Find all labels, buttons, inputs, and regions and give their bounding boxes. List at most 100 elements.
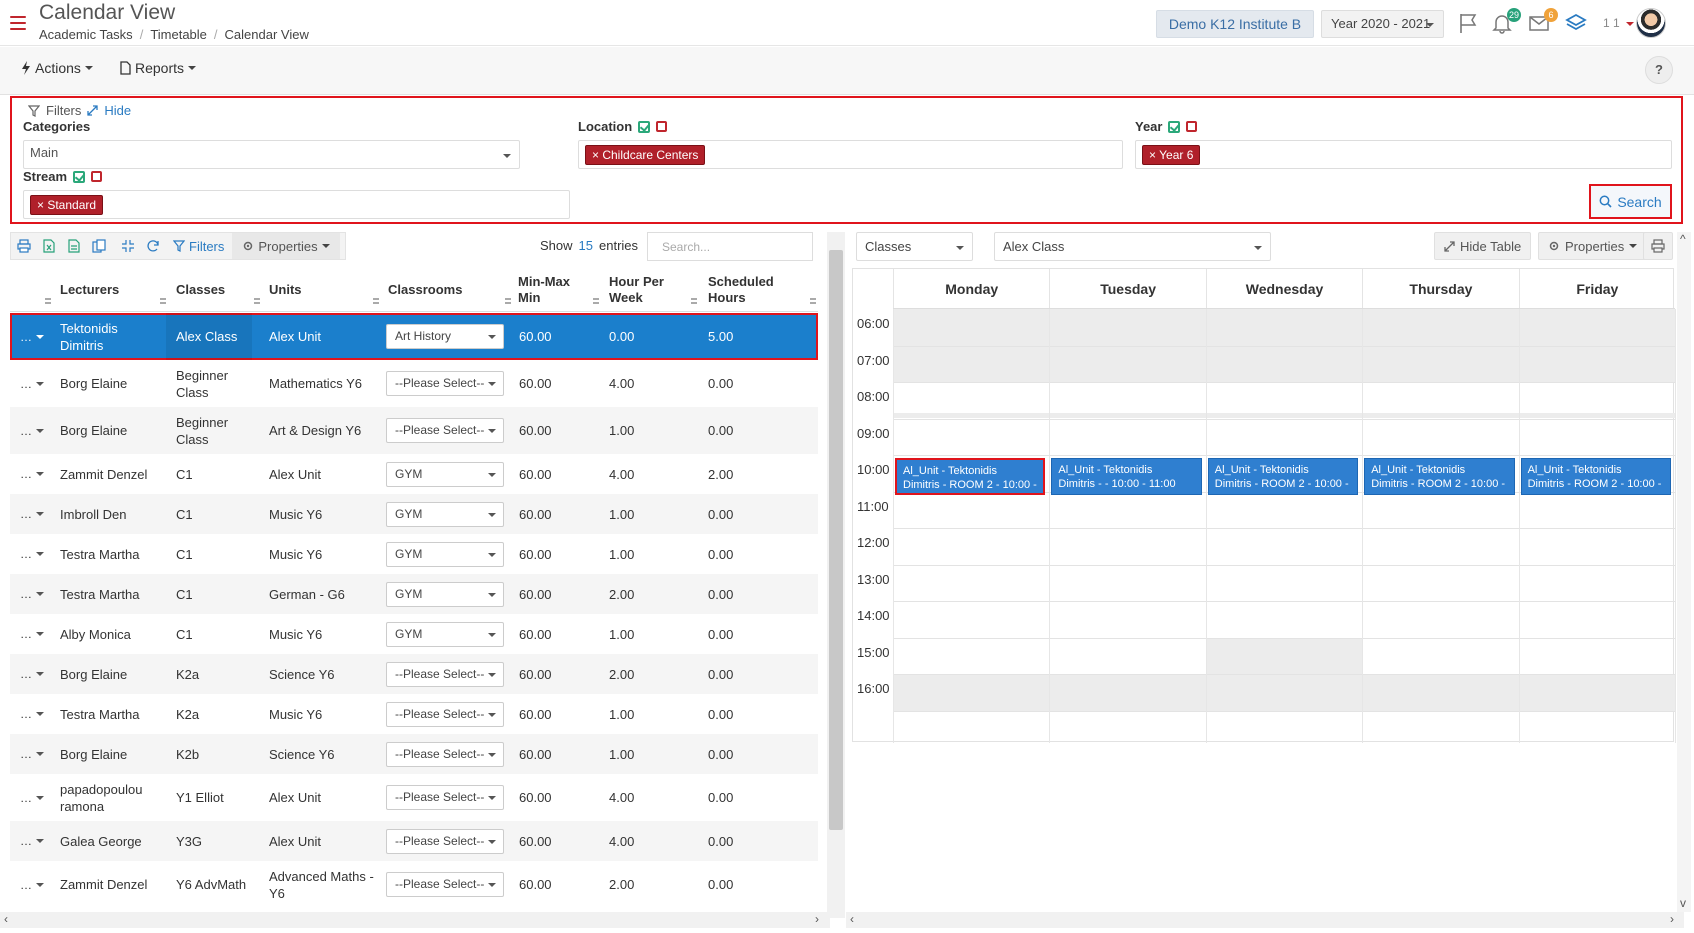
row-actions-button[interactable]: …: [20, 861, 44, 908]
year-select[interactable]: Year 2020 - 2021: [1321, 10, 1444, 38]
flag-icon[interactable]: [1457, 12, 1481, 34]
col-classrooms[interactable]: Classrooms: [388, 268, 462, 312]
categories-select[interactable]: Main: [23, 140, 520, 169]
row-actions-button[interactable]: …: [20, 734, 44, 774]
col-units[interactable]: Units: [269, 268, 302, 312]
calendar-vertical-scrollbar[interactable]: ^ v: [1677, 232, 1691, 912]
bell-icon[interactable]: 29: [1491, 8, 1521, 34]
mail-icon[interactable]: 6: [1528, 8, 1558, 34]
csv-icon[interactable]: [61, 233, 86, 259]
table-properties-button[interactable]: Properties: [232, 233, 340, 259]
table-horizontal-scrollbar[interactable]: ‹ ›: [0, 912, 830, 928]
copy-icon[interactable]: [86, 233, 111, 259]
filters-toggle[interactable]: Filters: [46, 103, 81, 118]
table-row[interactable]: … Testra Martha K2a Music Y6 --Please Select…: [10, 694, 818, 734]
stack-icon[interactable]: [1565, 12, 1589, 34]
classroom-select[interactable]: GYM: [386, 582, 504, 607]
view-type-select[interactable]: Classes: [856, 232, 973, 261]
table-row[interactable]: … Borg Elaine Beginner Class Art & Design Y…: [10, 407, 818, 454]
table-row[interactable]: … Zammit Denzel Y6 AdvMath Advanced Maths -…: [10, 861, 818, 908]
table-row[interactable]: … Borg Elaine Beginner Class Mathematics Y6…: [10, 360, 818, 407]
row-actions-button[interactable]: …: [20, 614, 44, 654]
breadcrumb-academic-tasks[interactable]: Academic Tasks: [39, 27, 133, 42]
table-row[interactable]: … Borg Elaine K2b Science Y6 --Please Select…: [10, 734, 818, 774]
print-icon[interactable]: [11, 233, 36, 259]
user-menu-text[interactable]: 1 1: [1603, 16, 1620, 30]
breadcrumb-timetable[interactable]: Timetable: [150, 27, 207, 42]
row-actions-button[interactable]: …: [20, 774, 44, 821]
stream-tag[interactable]: × Standard: [30, 195, 104, 215]
table-filters-button[interactable]: Filters: [165, 239, 232, 254]
col-classes[interactable]: Classes: [176, 268, 225, 312]
table-row[interactable]: … Testra Martha C1 German - G6 GYM 60.00 2.00 0…: [10, 574, 818, 614]
row-actions-button[interactable]: …: [20, 534, 44, 574]
table-row[interactable]: … papadopoulou ramona Y1 Elliot Alex Unit --…: [10, 774, 818, 821]
classroom-select[interactable]: GYM: [386, 622, 504, 647]
calendar-print-button[interactable]: [1643, 232, 1673, 260]
table-row[interactable]: … Alby Monica C1 Music Y6 GYM 60.00 1.00 0.00: [10, 614, 818, 654]
row-actions-button[interactable]: …: [20, 360, 44, 407]
calendar-event-monday[interactable]: Al_Unit - Tektonidis Dimitris - ROOM 2 - …: [895, 458, 1046, 495]
institute-button[interactable]: Demo K12 Institute B: [1156, 10, 1314, 38]
user-menu-chevron-icon[interactable]: [1626, 22, 1634, 30]
classroom-select[interactable]: --Please Select--: [386, 785, 504, 810]
row-actions-button[interactable]: …: [20, 494, 44, 534]
classroom-select[interactable]: --Please Select--: [386, 742, 504, 767]
sort-icon[interactable]: [45, 297, 51, 305]
actions-button[interactable]: Actions: [21, 60, 93, 76]
location-clear-icon[interactable]: [656, 121, 668, 132]
table-row[interactable]: … Zammit Denzel C1 Alex Unit GYM 60.00 4.00 2.0…: [10, 454, 818, 494]
classroom-select[interactable]: --Please Select--: [386, 872, 504, 897]
row-actions-button[interactable]: …: [20, 454, 44, 494]
sort-icon[interactable]: [373, 297, 379, 305]
classroom-select[interactable]: GYM: [386, 542, 504, 567]
calendar-event-tuesday[interactable]: Al_Unit - Tektonidis Dimitris - - 10:00 -…: [1051, 458, 1202, 495]
sort-icon[interactable]: [505, 297, 511, 305]
compress-icon[interactable]: [115, 233, 140, 259]
year-tag[interactable]: × Year 6: [1142, 145, 1201, 165]
sort-icon[interactable]: [160, 297, 166, 305]
year-clear-icon[interactable]: [1186, 121, 1198, 132]
row-actions-button[interactable]: …: [20, 574, 44, 614]
calendar-properties-button[interactable]: Properties: [1538, 232, 1648, 260]
classroom-select[interactable]: --Please Select--: [386, 702, 504, 727]
row-actions-button[interactable]: …: [20, 313, 44, 360]
table-row[interactable]: … Imbroll Den C1 Music Y6 GYM 60.00 1.00 0.00: [10, 494, 818, 534]
calendar-event-thursday[interactable]: Al_Unit - Tektonidis Dimitris - ROOM 2 - …: [1364, 458, 1515, 495]
row-actions-button[interactable]: …: [20, 694, 44, 734]
table-search-input[interactable]: Search...: [647, 232, 813, 261]
sort-icon[interactable]: [593, 297, 599, 305]
page-length-select[interactable]: 15: [579, 238, 593, 253]
classroom-select[interactable]: --Please Select--: [386, 662, 504, 687]
stream-select-all-icon[interactable]: [73, 170, 86, 183]
reports-button[interactable]: Reports: [120, 60, 197, 76]
stream-multiselect[interactable]: × Standard: [23, 190, 570, 219]
year-multiselect[interactable]: × Year 6: [1135, 140, 1672, 169]
sort-icon[interactable]: [691, 297, 697, 305]
col-lecturers[interactable]: Lecturers: [60, 268, 119, 312]
classroom-select[interactable]: --Please Select--: [386, 829, 504, 854]
class-select[interactable]: Alex Class: [994, 232, 1271, 261]
row-actions-button[interactable]: …: [20, 821, 44, 861]
table-row-selected[interactable]: … Tektonidis Dimitris Alex Class Alex Unit A…: [10, 313, 818, 360]
stream-clear-icon[interactable]: [91, 171, 103, 182]
help-button[interactable]: ?: [1645, 56, 1673, 84]
classroom-select[interactable]: GYM: [386, 502, 504, 527]
menu-icon[interactable]: [10, 16, 26, 30]
classroom-select[interactable]: --Please Select--: [386, 371, 504, 396]
classroom-select[interactable]: --Please Select--: [386, 418, 504, 443]
excel-icon[interactable]: [36, 233, 61, 259]
filters-hide-link[interactable]: Hide: [104, 103, 131, 118]
col-hours-per-week[interactable]: Hour Per Week: [609, 268, 685, 312]
col-scheduled-hours[interactable]: Scheduled Hours: [708, 268, 790, 312]
user-avatar[interactable]: [1636, 8, 1666, 38]
hide-table-button[interactable]: Hide Table: [1434, 232, 1532, 260]
table-scrollbar[interactable]: [829, 250, 843, 830]
row-actions-button[interactable]: …: [20, 654, 44, 694]
sort-icon[interactable]: [810, 297, 816, 305]
classroom-select[interactable]: Art History: [386, 324, 504, 349]
calendar-event-wednesday[interactable]: Al_Unit - Tektonidis Dimitris - ROOM 2 - …: [1207, 458, 1359, 495]
location-multiselect[interactable]: × Childcare Centers: [578, 140, 1123, 169]
location-select-all-icon[interactable]: [638, 120, 651, 133]
table-row[interactable]: … Testra Martha C1 Music Y6 GYM 60.00 1.00 0.00: [10, 534, 818, 574]
